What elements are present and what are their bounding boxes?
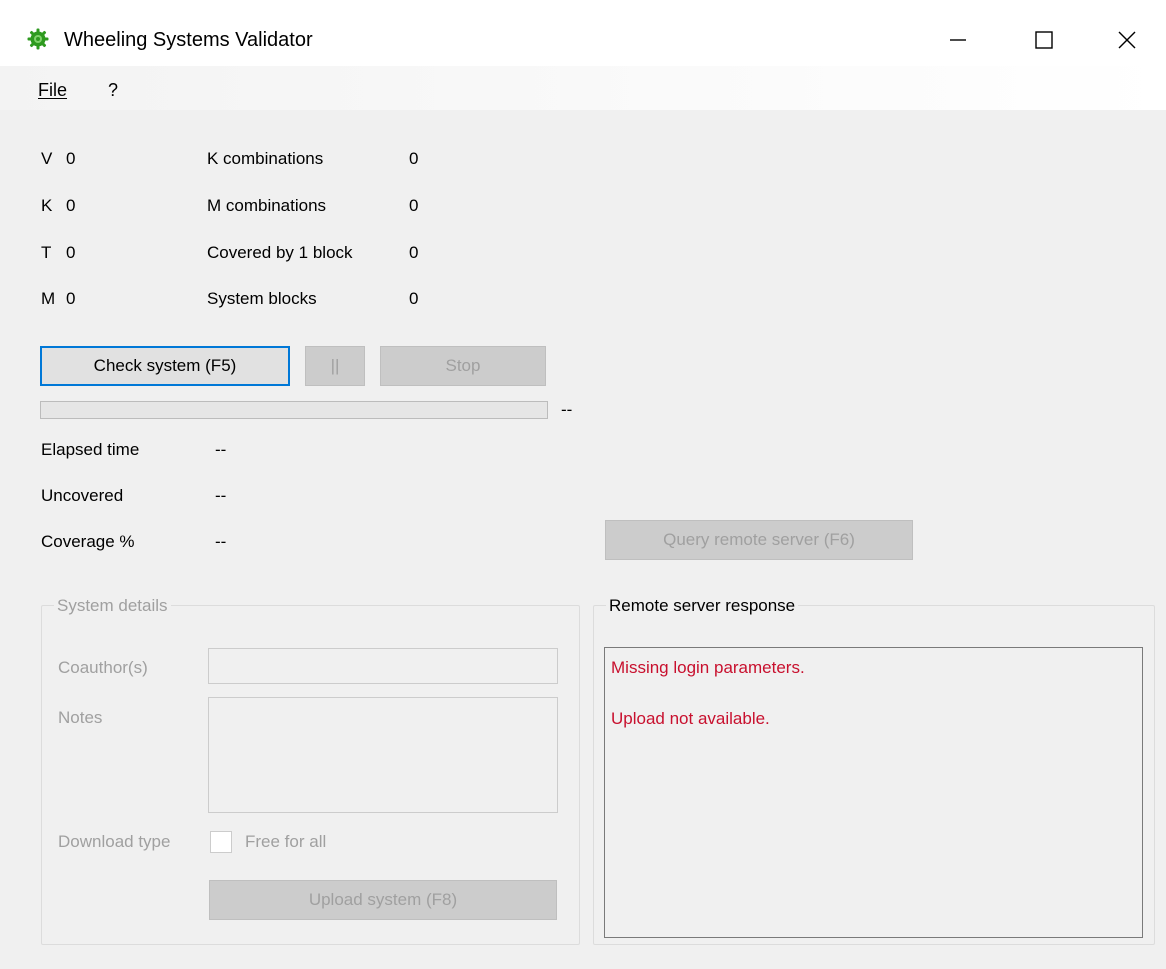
free-for-all-label: Free for all (245, 832, 327, 851)
uncovered-label: Uncovered (41, 486, 124, 505)
menu-file[interactable]: File (38, 79, 67, 101)
progress-text: -- (561, 400, 573, 419)
coauthors-field[interactable] (208, 648, 558, 684)
m-combinations-label: M combinations (207, 196, 327, 215)
window-title: Wheeling Systems Validator (64, 29, 313, 51)
response-line: Missing login parameters. (611, 658, 805, 677)
free-for-all-checkbox[interactable] (210, 831, 232, 853)
k-combinations-value: 0 (409, 149, 419, 168)
param-m-value: 0 (66, 289, 76, 308)
covered-by-1-block-label: Covered by 1 block (207, 243, 353, 262)
notes-field[interactable] (208, 697, 558, 813)
remote-server-response-title: Remote server response (606, 595, 799, 617)
k-combinations-label: K combinations (207, 149, 324, 168)
coverage-label: Coverage % (41, 532, 135, 551)
close-icon (1118, 31, 1135, 49)
stop-button[interactable]: Stop (380, 346, 546, 386)
param-m-label: M (41, 289, 56, 308)
notes-label: Notes (58, 708, 103, 727)
maximize-icon (1035, 31, 1053, 49)
progress-bar (40, 401, 548, 419)
system-details-title: System details (54, 595, 171, 617)
param-k-value: 0 (66, 196, 76, 215)
menu-bar (0, 66, 1166, 110)
check-system-button[interactable]: Check system (F5) (40, 346, 290, 386)
elapsed-time-value: -- (215, 440, 227, 459)
query-remote-server-button[interactable]: Query remote server (F6) (605, 520, 913, 560)
response-textbox[interactable] (604, 647, 1143, 938)
minimize-icon (950, 39, 966, 41)
download-type-label: Download type (58, 832, 171, 851)
pause-button[interactable]: || (305, 346, 365, 386)
param-v-value: 0 (66, 149, 76, 168)
param-v-label: V (41, 149, 53, 168)
param-t-label: T (41, 243, 52, 262)
menu-help[interactable]: ? (108, 79, 118, 101)
system-blocks-value: 0 (409, 289, 419, 308)
param-t-value: 0 (66, 243, 76, 262)
elapsed-time-label: Elapsed time (41, 440, 140, 459)
upload-system-button[interactable]: Upload system (F8) (209, 880, 557, 920)
coverage-value: -- (215, 532, 227, 551)
param-k-label: K (41, 196, 53, 215)
response-line: Upload not available. (611, 709, 770, 728)
covered-by-1-block-value: 0 (409, 243, 419, 262)
uncovered-value: -- (215, 486, 227, 505)
m-combinations-value: 0 (409, 196, 419, 215)
green-gear-icon (27, 28, 49, 50)
system-blocks-label: System blocks (207, 289, 317, 308)
coauthors-label: Coauthor(s) (58, 658, 148, 677)
